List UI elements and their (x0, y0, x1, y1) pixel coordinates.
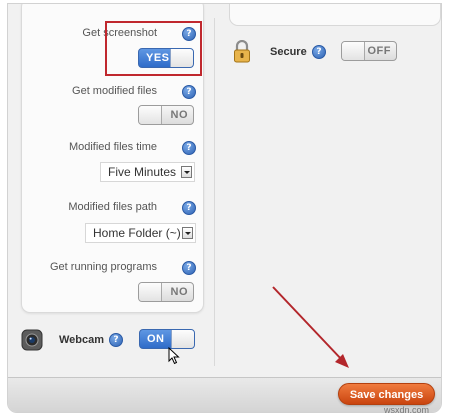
secure-label: Secure (270, 46, 307, 58)
webcam-help-icon[interactable]: ? (109, 333, 123, 347)
right-settings-panel (229, 4, 441, 26)
screenshot-highlight-box (105, 21, 202, 76)
watermark-text: wsxdn.com (384, 405, 430, 415)
column-divider (214, 18, 215, 366)
secure-toggle[interactable]: OFF (341, 41, 397, 61)
bottom-toolbar: Save changes (8, 377, 441, 412)
toggle-knob (139, 283, 162, 301)
get-running-programs-help-icon[interactable]: ? (182, 261, 196, 275)
webcam-toggle-text: ON (147, 333, 165, 345)
mouse-cursor-icon (168, 347, 180, 365)
toggle-knob (342, 42, 365, 60)
toggle-knob (171, 330, 194, 348)
modified-files-time-label: Modified files time (68, 141, 157, 153)
webcam-icon (21, 329, 43, 351)
get-running-programs-label: Get running programs (50, 261, 157, 273)
get-running-programs-toggle-text: NO (170, 286, 188, 298)
dropdown-arrow-icon[interactable] (182, 227, 193, 239)
save-changes-button[interactable]: Save changes (338, 383, 435, 405)
webcam-label: Webcam (59, 334, 105, 346)
toggle-knob (139, 106, 162, 124)
settings-window: Get screenshot ? YES Get modified files … (7, 3, 442, 413)
dropdown-arrow-icon[interactable] (181, 166, 192, 178)
modified-files-time-help-icon[interactable]: ? (182, 141, 196, 155)
get-modified-files-label: Get modified files (72, 85, 157, 97)
get-running-programs-toggle[interactable]: NO (138, 282, 194, 302)
modified-files-path-select[interactable]: Home Folder (~) (85, 223, 196, 243)
modified-files-path-label: Modified files path (68, 201, 157, 213)
modified-files-path-value: Home Folder (~) (93, 226, 181, 240)
modified-files-time-value: Five Minutes (108, 165, 177, 179)
get-modified-files-help-icon[interactable]: ? (182, 85, 196, 99)
modified-files-path-help-icon[interactable]: ? (182, 201, 196, 215)
secure-toggle-text: OFF (367, 45, 391, 57)
webcam-toggle[interactable]: ON (139, 329, 195, 349)
lock-icon (234, 40, 250, 63)
modified-files-time-select[interactable]: Five Minutes (100, 162, 195, 182)
get-modified-files-toggle-text: NO (170, 109, 188, 121)
get-modified-files-toggle[interactable]: NO (138, 105, 194, 125)
annotation-arrow-icon (272, 286, 349, 368)
secure-help-icon[interactable]: ? (312, 45, 326, 59)
